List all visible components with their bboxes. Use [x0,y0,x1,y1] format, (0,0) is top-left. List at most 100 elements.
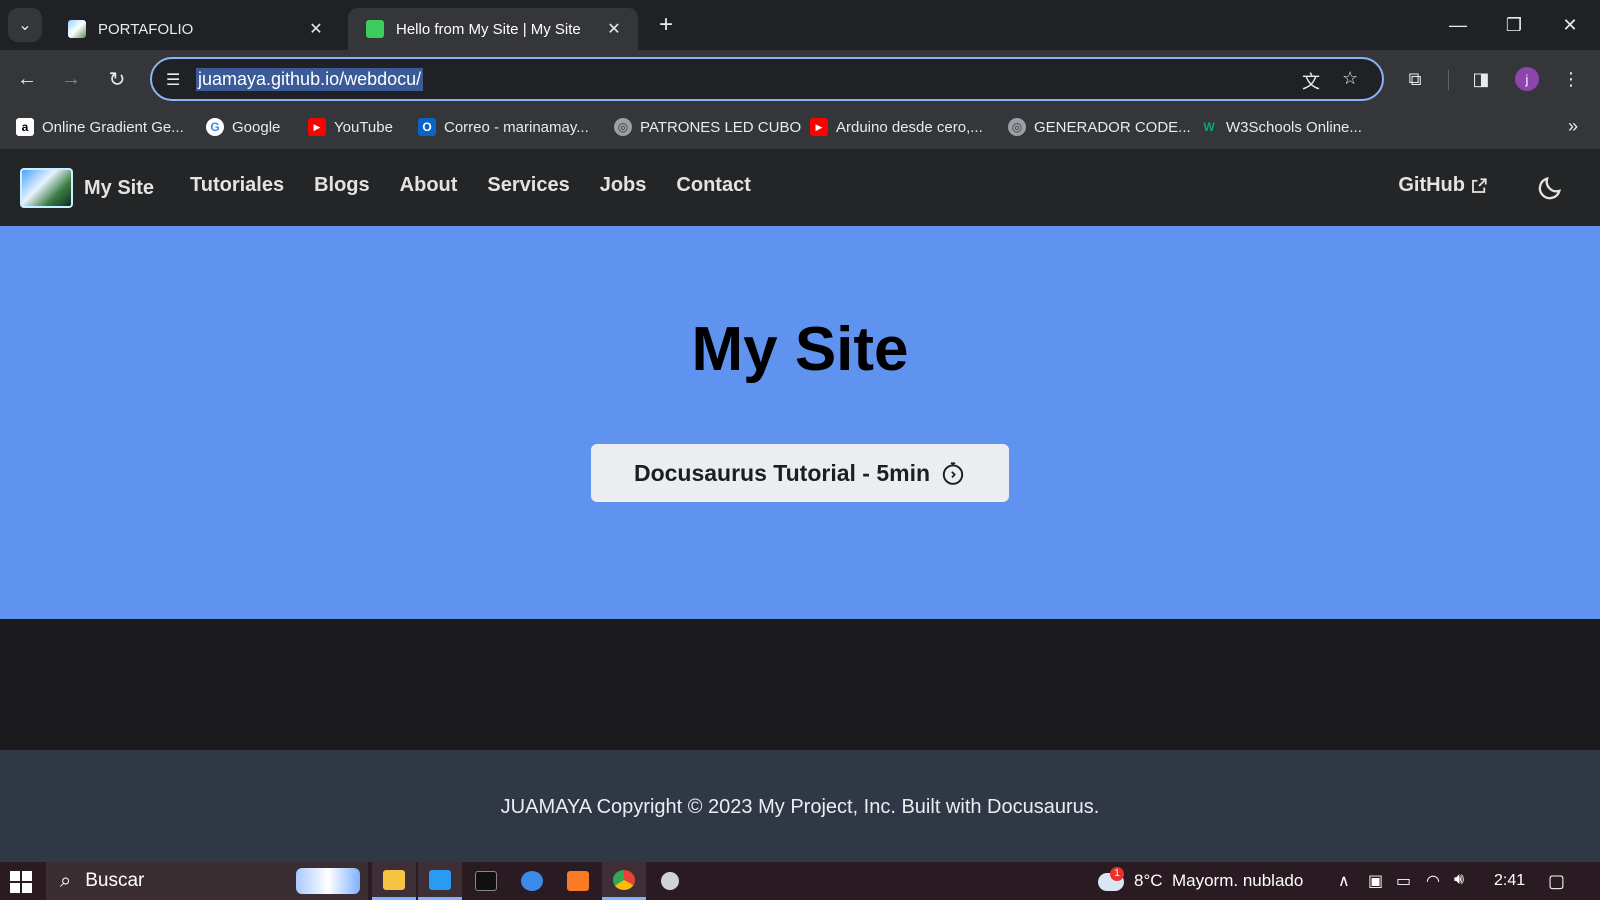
bookmark-arduino[interactable]: ▶ Arduino desde cero,... [810,118,983,136]
back-arrow-icon[interactable]: ← [12,64,42,94]
browser-tab-portafolio[interactable]: PORTAFOLIO ✕ [50,8,340,50]
side-panel-icon[interactable]: ◨ [1466,64,1496,94]
nav-link-github[interactable]: GitHub [1398,174,1488,197]
weather-badge: 1 [1110,867,1124,881]
w3schools-icon: W [1203,120,1215,134]
site-brand-link[interactable]: My Site [20,168,154,208]
main-content-area [0,619,1600,750]
bookmark-w3schools[interactable]: W W3Schools Online... [1200,118,1362,136]
docusaurus-tutorial-button[interactable]: Docusaurus Tutorial - 5min [591,444,1009,502]
restore-window-button[interactable]: ❐ [1486,0,1542,50]
terminal-icon [475,871,497,891]
xampp-app[interactable] [556,862,600,900]
chrome-app[interactable] [602,862,646,900]
file-explorer-app[interactable] [372,862,416,900]
battery-icon[interactable]: ▭ [1396,871,1411,891]
terminal-app[interactable] [464,862,508,900]
close-tab-icon[interactable]: ✕ [604,19,624,39]
notifications-icon[interactable]: ▢ [1548,871,1565,892]
cta-label: Docusaurus Tutorial - 5min [633,459,931,486]
translate-icon[interactable]: 文 [1302,68,1320,94]
gear-icon [661,872,679,890]
extensions-puzzle-icon[interactable]: ⧉ [1400,64,1430,94]
bookmark-label: Arduino desde cero,... [836,118,983,136]
bookmark-generador-code[interactable]: ◎ GENERADOR CODE... [1008,118,1191,136]
taskbar-search-box[interactable]: ⌕ Buscar [46,862,368,900]
new-tab-button[interactable]: + [652,12,680,40]
forward-arrow-icon[interactable]: → [56,64,86,94]
globe-icon: ◎ [1008,118,1026,136]
bookmarks-bar: a Online Gradient Ge... G Google ▶ YouTu… [0,108,1600,150]
tab-title: Hello from My Site | My Site [396,20,581,38]
windows-start-icon[interactable] [10,871,32,893]
browser-tabstrip: ⌄ PORTAFOLIO ✕ Hello from My Site | My S… [0,0,1600,50]
show-hidden-icons-chevron-icon[interactable]: ∧ [1338,871,1350,891]
menu-kebab-icon[interactable]: ⋮ [1556,64,1586,94]
taskbar-clock[interactable]: 2:41 [1494,862,1525,900]
amazon-a-icon: a [16,118,34,136]
hero-banner: My Site Docusaurus Tutorial - 5min [0,226,1600,619]
search-icon: ⌕ [60,869,72,892]
site-navbar: My Site Tutoriales Blogs About Services … [0,150,1600,226]
bookmark-online-gradient[interactable]: a Online Gradient Ge... [16,118,184,136]
bookmark-label: PATRONES LED CUBO [640,118,802,136]
nav-link-tutoriales[interactable]: Tutoriales [190,174,284,197]
nav-link-jobs[interactable]: Jobs [600,174,647,197]
tab-title: PORTAFOLIO [98,20,194,38]
bookmark-patrones-led[interactable]: ◎ PATRONES LED CUBO [614,118,801,136]
reload-icon[interactable]: ↻ [102,64,132,94]
portafolio-favicon-icon [68,20,86,38]
volume-icon[interactable]: 🔊︎ [1454,871,1464,889]
dark-mode-moon-icon[interactable] [1536,174,1564,202]
teamviewer-icon [521,871,543,891]
bookmark-star-icon[interactable]: ☆ [1342,68,1358,89]
settings-app[interactable] [648,862,692,900]
browser-toolbar: ← → ↻ ☰ juamaya.github.io/webdocu/ 文 ☆ ⧉… [0,50,1600,108]
close-tab-icon[interactable]: ✕ [306,19,326,39]
nav-link-services[interactable]: Services [487,174,569,197]
weather-text: 8°C Mayorm. nublado [1134,871,1304,890]
site-brand-title: My Site [84,176,155,199]
bookmark-label: W3Schools Online... [1226,118,1362,136]
teamviewer-app[interactable] [510,862,554,900]
youtube-icon: ▶ [308,118,326,136]
footer-copyright: JUAMAYA Copyright © 2023 My Project, Inc… [500,796,1100,818]
meet-now-icon[interactable]: ▣ [1368,871,1383,891]
more-bookmarks-chevron-icon[interactable]: » [1568,116,1578,137]
nav-link-blogs[interactable]: Blogs [314,174,370,197]
minimize-window-button[interactable]: — [1430,0,1486,50]
chrome-icon [613,869,635,890]
bookmark-label: Google [232,118,281,136]
nav-link-contact[interactable]: Contact [676,174,750,197]
wifi-icon[interactable]: ◠ [1426,871,1440,891]
bookmark-label: GENERADOR CODE... [1034,118,1191,136]
weather-widget[interactable]: 1 8°C Mayorm. nublado [1094,862,1303,900]
address-bar[interactable]: ☰ juamaya.github.io/webdocu/ 文 ☆ [150,57,1384,101]
bookmark-label: Online Gradient Ge... [42,118,184,136]
bookmark-correo[interactable]: O Correo - marinamay... [418,118,589,136]
cloudy-weather-icon: 1 [1094,867,1126,895]
url-text[interactable]: juamaya.github.io/webdocu/ [196,68,424,91]
google-icon: G [206,118,224,136]
outlook-icon: O [418,118,436,136]
browser-tab-my-site[interactable]: Hello from My Site | My Site ✕ [348,8,638,50]
tab-search-button[interactable]: ⌄ [8,8,42,42]
bookmark-youtube[interactable]: ▶ YouTube [308,118,393,136]
globe-icon: ◎ [614,118,632,136]
bookmark-label: YouTube [334,118,393,136]
bookmark-google[interactable]: G Google [206,118,280,136]
nav-link-about[interactable]: About [400,174,458,197]
youtube-icon: ▶ [810,118,828,136]
hero-title: My Site [691,315,909,384]
vscode-app[interactable] [418,862,462,900]
close-window-button[interactable]: ✕ [1542,0,1598,50]
taskbar-search-placeholder: Buscar [85,870,145,891]
vscode-icon [429,869,451,890]
folder-icon [383,869,405,890]
docusaurus-favicon-icon [366,20,384,38]
profile-avatar[interactable]: j [1512,64,1542,94]
site-footer: JUAMAYA Copyright © 2023 My Project, Inc… [0,750,1600,862]
nav-links: Tutoriales Blogs About Services Jobs Con… [190,174,781,197]
stopwatch-icon [942,462,964,485]
site-info-icon[interactable]: ☰ [166,70,180,90]
